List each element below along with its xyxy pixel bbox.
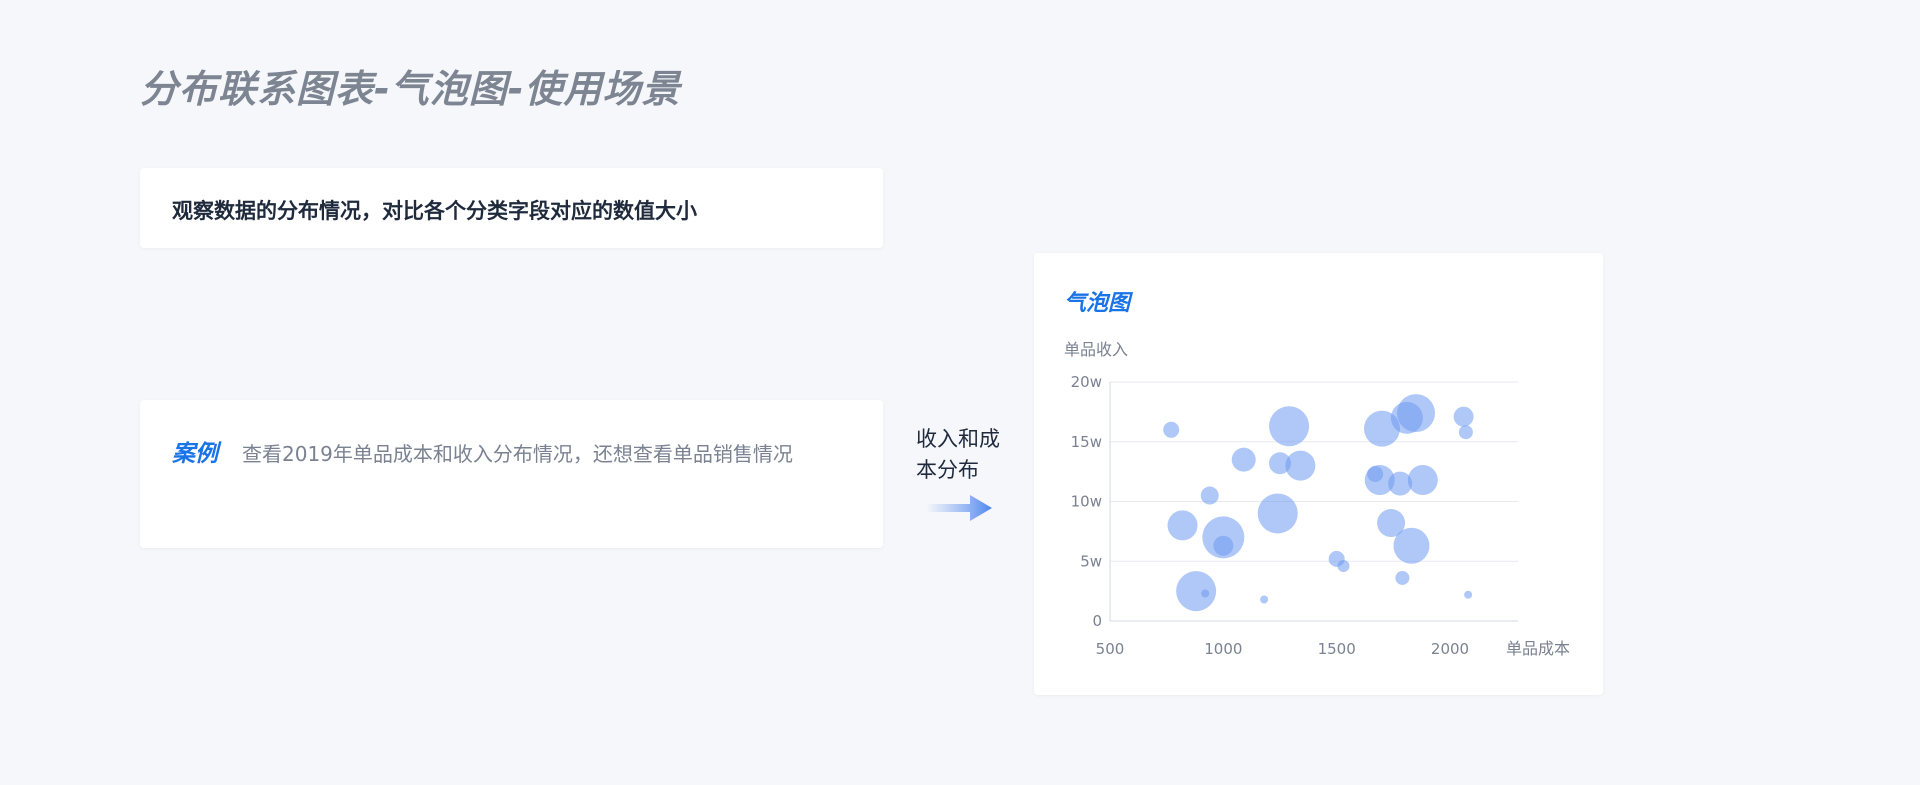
case-card: 案例 查看2019年单品成本和收入分布情况，还想查看单品销售情况	[140, 400, 883, 548]
bubble-point	[1458, 425, 1473, 440]
x-tick-label: 1000	[1204, 640, 1242, 658]
bubble-chart: 单品收入 单品成本 0 5w 10w 15w 20w 500 1000 1500 2000	[1064, 340, 1570, 658]
bubble-point	[1200, 486, 1219, 505]
bubble-point	[1201, 589, 1210, 598]
bubble-point	[1231, 447, 1256, 472]
x-tick-label: 2000	[1431, 640, 1469, 658]
bubble-point	[1269, 406, 1310, 447]
y-tick-label: 0	[1092, 612, 1102, 630]
bubble-point	[1395, 570, 1410, 585]
y-tick-label: 20w	[1071, 373, 1102, 391]
y-tick-label: 15w	[1071, 433, 1102, 451]
y-tick-label: 10w	[1071, 493, 1102, 511]
y-tick-label: 5w	[1080, 552, 1102, 570]
bubble-point	[1257, 493, 1298, 534]
bubble-point	[1393, 527, 1430, 564]
bubble-point	[1407, 464, 1438, 495]
bubble-point	[1285, 450, 1316, 481]
x-axis-label: 单品成本	[1506, 639, 1570, 658]
bubble-point	[1337, 560, 1350, 573]
page-title: 分布联系图表-气泡图-使用场景	[140, 67, 681, 111]
bubble-layer	[1163, 394, 1474, 612]
bubble-point	[1167, 510, 1198, 541]
bubble-point	[1213, 535, 1234, 556]
bubble-point	[1397, 394, 1435, 433]
arrow-right-icon	[926, 495, 992, 521]
y-axis-label: 单品收入	[1064, 340, 1128, 359]
bubble-point	[1453, 406, 1474, 427]
case-label: 案例	[172, 441, 218, 467]
chart-card: 气泡图 单品收入 单品成本 0 5w 10w 15w 20w 500 1000 1500 200…	[1034, 253, 1603, 695]
bubble-point	[1464, 590, 1473, 599]
case-text: 查看2019年单品成本和收入分布情况，还想查看单品销售情况	[242, 442, 793, 466]
arrow-label: 收入和成本分布	[916, 427, 1000, 482]
bubble-point	[1163, 421, 1180, 438]
bubble-point	[1176, 571, 1217, 612]
x-tick-label: 500	[1096, 640, 1125, 658]
description-text: 观察数据的分布情况，对比各个分类字段对应的数值大小	[172, 199, 697, 223]
x-tick-label: 1500	[1318, 640, 1356, 658]
bubble-point	[1260, 595, 1269, 604]
description-card: 观察数据的分布情况，对比各个分类字段对应的数值大小	[140, 168, 883, 248]
page: 分布联系图表-气泡图-使用场景 观察数据的分布情况，对比各个分类字段对应的数值大…	[0, 0, 1920, 785]
